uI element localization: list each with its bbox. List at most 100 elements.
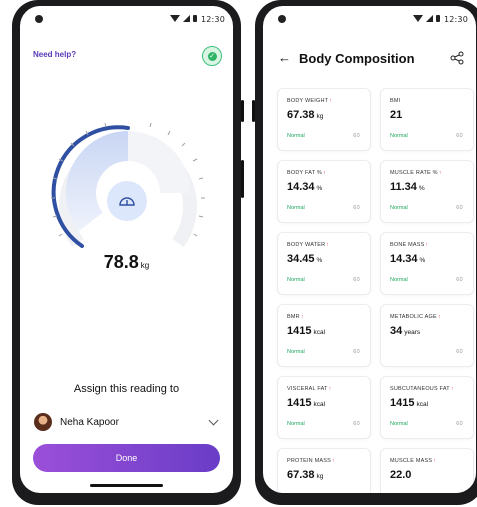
app-header: ← Body Composition (263, 44, 476, 72)
metric-label-text: SUBCUTANEOUS FAT (390, 386, 450, 392)
metric-value-row: 21 (390, 109, 402, 121)
need-help-link[interactable]: Need help? (33, 50, 76, 59)
metric-card-bone-mass[interactable]: BONE MASS↑ 14.34% Normal 60 (380, 232, 474, 295)
user-name: Neha Kapoor (60, 416, 119, 428)
metric-label-text: PROTEIN MASS (287, 458, 331, 464)
metric-label: VISCERAL FAT↑ (287, 386, 332, 392)
metric-card-bmi[interactable]: BMI 21 Normal 60 (380, 88, 474, 151)
metric-label-text: BODY WEIGHT (287, 98, 329, 104)
metric-card-metabolic-age[interactable]: METABOLIC AGE↑ 34 years 60 (380, 304, 474, 367)
metric-value-row: 14.34% (390, 253, 425, 265)
metric-range: 60 (353, 421, 360, 427)
check-icon: ✓ (207, 51, 217, 61)
battery-icon (193, 15, 197, 22)
metric-card-body-weight[interactable]: BODY WEIGHT↑ 67.38 kg Normal 60 (277, 88, 371, 151)
home-indicator (90, 484, 163, 487)
volume-button (241, 100, 244, 122)
metric-range: 60 (353, 349, 360, 355)
metric-status: Normal (287, 133, 305, 139)
metric-range: 60 (456, 277, 463, 283)
metric-label: BONE MASS↑ (390, 242, 428, 248)
metric-label-text: BODY FAT % (287, 170, 323, 176)
metric-label: BMR↑ (287, 314, 304, 320)
arrow-up-icon: ↑ (450, 386, 454, 392)
metric-label: MUSCLE RATE %↑ (390, 170, 442, 176)
metric-label-text: BODY WATER (287, 242, 326, 248)
metric-value-row: 1415 kcal (287, 325, 325, 337)
metric-label-text: MUSCLE MASS (390, 458, 433, 464)
metric-card-body-water[interactable]: BODY WATER↑ 34.45% Normal 60 (277, 232, 371, 295)
camera-icon (35, 15, 43, 23)
wifi-icon (170, 15, 180, 22)
gauge-icon (119, 197, 135, 206)
arrow-up-icon: ↑ (331, 458, 335, 464)
metric-status: Normal (287, 421, 305, 427)
metric-value: 1415 (390, 397, 415, 409)
avatar (34, 413, 52, 431)
metric-value: 21 (390, 109, 403, 121)
body-composition-screen: 12:30 ← Body Composition BODY WEIGHT↑ 67.… (263, 6, 476, 493)
metric-card-muscle-mass[interactable]: MUSCLE MASS↑ 22.0 (380, 448, 474, 493)
status-icons (413, 15, 440, 22)
metric-card-subcutaneous-fat[interactable]: SUBCUTANEOUS FAT↑ 1415 kcal Normal 60 (380, 376, 474, 439)
metric-value-row: 1415 kcal (287, 397, 325, 409)
camera-icon (278, 15, 286, 23)
back-arrow-icon[interactable]: ← (278, 50, 291, 65)
metric-card-bmr[interactable]: BMR↑ 1415 kcal Normal 60 (277, 304, 371, 367)
metric-status: Normal (287, 349, 305, 355)
metric-unit: kg (316, 113, 324, 120)
weight-unit: kg (140, 261, 150, 270)
metric-label: BMI (390, 98, 400, 104)
power-button (241, 160, 244, 198)
metric-value-row: 11.34% (390, 181, 425, 193)
metric-status: Normal (390, 205, 408, 211)
arrow-up-icon: ↑ (437, 314, 441, 320)
metric-unit: kg (316, 473, 324, 480)
metric-value-row: 14.34% (287, 181, 322, 193)
done-button[interactable]: Done (33, 444, 220, 472)
page-title: Body Composition (299, 51, 415, 66)
metric-unit: % (418, 185, 425, 192)
status-time: 12:30 (443, 15, 468, 24)
metric-value: 22.0 (390, 469, 412, 481)
metric-value: 1415 (287, 397, 312, 409)
status-icons (170, 15, 197, 22)
metric-card-muscle-rate[interactable]: MUSCLE RATE %↑ 11.34% Normal 60 (380, 160, 474, 223)
metric-range: 60 (353, 133, 360, 139)
metric-card-body-fat[interactable]: BODY FAT %↑ 14.34% Normal 60 (277, 160, 371, 223)
metric-value: 11.34 (390, 181, 417, 193)
connected-status-button[interactable]: ✓ (202, 46, 222, 66)
metric-card-protein-mass[interactable]: PROTEIN MASS↑ 67.38 kg (277, 448, 371, 493)
share-icon[interactable] (450, 51, 464, 65)
metric-unit: % (316, 185, 323, 192)
phone-right: 12:30 ← Body Composition BODY WEIGHT↑ 67.… (252, 0, 477, 505)
metric-value: 14.34 (287, 181, 315, 193)
metric-unit: years (404, 329, 421, 336)
user-select[interactable]: Neha Kapoor (34, 411, 223, 433)
metric-label-text: BMR (287, 314, 300, 320)
metric-value-row: 1415 kcal (390, 397, 428, 409)
metric-card-visceral-fat[interactable]: VISCERAL FAT↑ 1415 kcal Normal 60 (277, 376, 371, 439)
metric-range: 60 (456, 205, 463, 211)
metric-value-row: 34.45% (287, 253, 322, 265)
metric-label: BODY FAT %↑ (287, 170, 326, 176)
metric-value-row: 22.0 (390, 469, 411, 481)
battery-icon (436, 15, 440, 22)
metric-value: 34.45 (287, 253, 315, 265)
arrow-up-icon: ↑ (323, 170, 326, 176)
metric-range: 60 (456, 349, 463, 355)
weight-value: 78.8 (103, 252, 139, 272)
metric-status: Normal (390, 277, 408, 283)
metric-value: 1415 (287, 325, 312, 337)
status-bar: 12:30 (263, 6, 476, 28)
metric-range: 60 (456, 421, 463, 427)
arrow-up-icon: ↑ (433, 458, 437, 464)
wifi-icon (413, 15, 423, 22)
metric-label-text: BMI (390, 98, 401, 104)
signal-icon (426, 15, 433, 22)
metric-label-text: MUSCLE RATE % (390, 170, 438, 176)
metric-status: Normal (287, 277, 305, 283)
arrow-up-icon: ↑ (425, 242, 429, 248)
metric-status: Normal (390, 421, 408, 427)
metric-unit: kcal (313, 329, 326, 336)
